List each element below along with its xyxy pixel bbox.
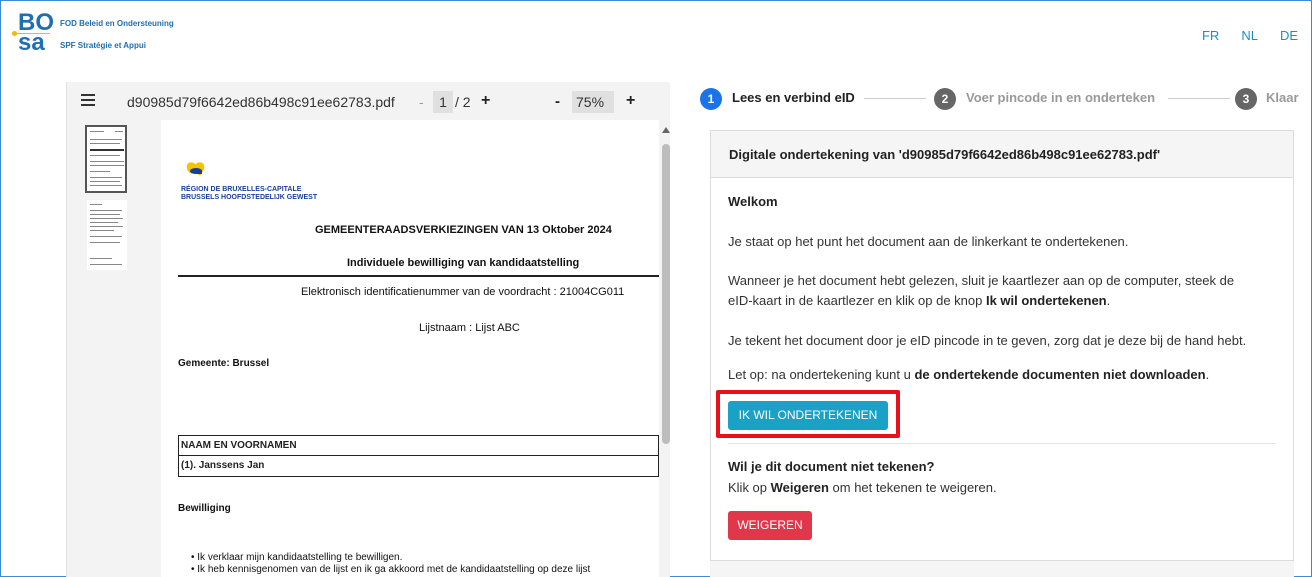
pincode-text: Je tekent het document door je eID pinco… (728, 333, 1247, 348)
instructions-emphasis: Ik wil ondertekenen (985, 293, 1107, 308)
doc-subtitle: Individuele bewilliging van kandidaatste… (347, 257, 580, 269)
page-number-input[interactable]: 1 (433, 91, 453, 113)
zoom-out-button[interactable]: - (555, 93, 560, 110)
doc-rule (178, 275, 659, 277)
pdf-filename: d90985d79f6642ed86b498c91ee62783.pdf (127, 94, 395, 110)
lang-de[interactable]: DE (1280, 28, 1298, 43)
zoom-level[interactable]: 75% (572, 91, 614, 113)
instructions-line-1: Wanneer je het document hebt gelezen, sl… (728, 273, 1235, 288)
step-2-badge: 2 (934, 88, 956, 110)
card-divider (728, 443, 1276, 444)
pdf-toolbar: d90985d79f6642ed86b498c91ee62783.pdf - 1… (67, 82, 671, 120)
sign-button[interactable]: IK WIL ONDERTEKENEN (728, 401, 888, 430)
doc-bullet-1: • Ik verklaar mijn kandidaatstelling te … (191, 552, 403, 563)
lang-fr[interactable]: FR (1202, 28, 1219, 43)
refuse-heading: Wil je dit document niet tekenen? (728, 459, 935, 474)
zoom-in-button[interactable]: + (626, 92, 635, 110)
pdf-viewer: d90985d79f6642ed86b498c91ee62783.pdf - 1… (66, 82, 670, 577)
brussels-region-logo-icon (181, 160, 211, 180)
doc-bullet-2: • Ik heb kennisgenomen van de lijst en i… (191, 564, 591, 575)
prev-page-button[interactable]: - (419, 94, 424, 110)
doc-municipality: Gemeente: Brussel (178, 358, 270, 369)
doc-section-heading: Bewilliging (178, 503, 231, 514)
step-1-label: Lees en verbind eID (732, 90, 855, 105)
scroll-up-arrow-icon[interactable] (662, 127, 670, 133)
step-3-label: Klaar (1266, 90, 1299, 105)
logo-sa: sa (18, 29, 45, 56)
table-row: (1). Janssens Jan (181, 460, 265, 471)
intro-text: Je staat op het punt het document aan de… (728, 234, 1129, 249)
refuse-button[interactable]: WEIGEREN (728, 511, 812, 540)
candidate-table: NAAM EN VOORNAMEN (1). Janssens Jan (178, 435, 659, 477)
refuse-emphasis: Weigeren (770, 480, 829, 495)
step-1-badge: 1 (700, 88, 722, 110)
pdf-scrollbar[interactable] (662, 144, 670, 444)
refuse-text: Klik op Weigeren om het tekenen te weige… (728, 480, 997, 495)
doc-title: GEMEENTERAADSVERKIEZINGEN VAN 13 Oktober… (315, 224, 612, 236)
warning-text: Let op: na ondertekening kunt u de onder… (728, 367, 1210, 382)
org-name-nl: FOD Beleid en Ondersteuning (60, 19, 174, 28)
signing-card: Digitale ondertekening van 'd90985d79f66… (710, 130, 1294, 577)
page-thumbnail-1[interactable] (85, 125, 127, 193)
logo-dot (12, 31, 17, 36)
warning-emphasis: de ondertekende documenten niet download… (914, 367, 1206, 382)
welcome-heading: Welkom (728, 194, 778, 209)
next-page-button[interactable]: + (481, 92, 490, 110)
step-connector-2 (1168, 98, 1230, 99)
pdf-page: RÉGION DE BRUXELLES-CAPITALE BRUSSELS HO… (161, 120, 659, 577)
bosa-logo[interactable]: BO sa FOD Beleid en Ondersteuning SPF St… (10, 10, 174, 62)
region-name-fr: RÉGION DE BRUXELLES-CAPITALE (181, 186, 302, 193)
page-total: / 2 (455, 94, 471, 110)
doc-list-name: Lijstnaam : Lijst ABC (419, 322, 520, 334)
region-name-nl: BRUSSELS HOOFDSTEDELIJK GEWEST (181, 194, 318, 201)
card-footer (710, 560, 1294, 577)
page-thumbnail-2[interactable] (87, 200, 127, 270)
step-3-badge: 3 (1235, 88, 1257, 110)
language-switcher: FR NL DE (1180, 28, 1298, 43)
step-connector-1 (864, 98, 926, 99)
doc-ident: Elektronisch identificatienummer van de … (301, 286, 625, 298)
instructions-line-2: eID-kaart in de kaartlezer en klik op de… (728, 293, 1111, 308)
step-2-label: Voer pincode in en onderteken (966, 90, 1156, 105)
signing-stepper: 1 Lees en verbind eID 2 Voer pincode in … (700, 87, 1312, 111)
hamburger-menu-icon[interactable] (81, 94, 95, 106)
table-header: NAAM EN VOORNAMEN (179, 436, 658, 456)
org-name-fr: SPF Stratégie et Appui (60, 41, 146, 50)
card-title: Digitale ondertekening van 'd90985d79f66… (711, 131, 1293, 178)
lang-nl[interactable]: NL (1241, 28, 1258, 43)
